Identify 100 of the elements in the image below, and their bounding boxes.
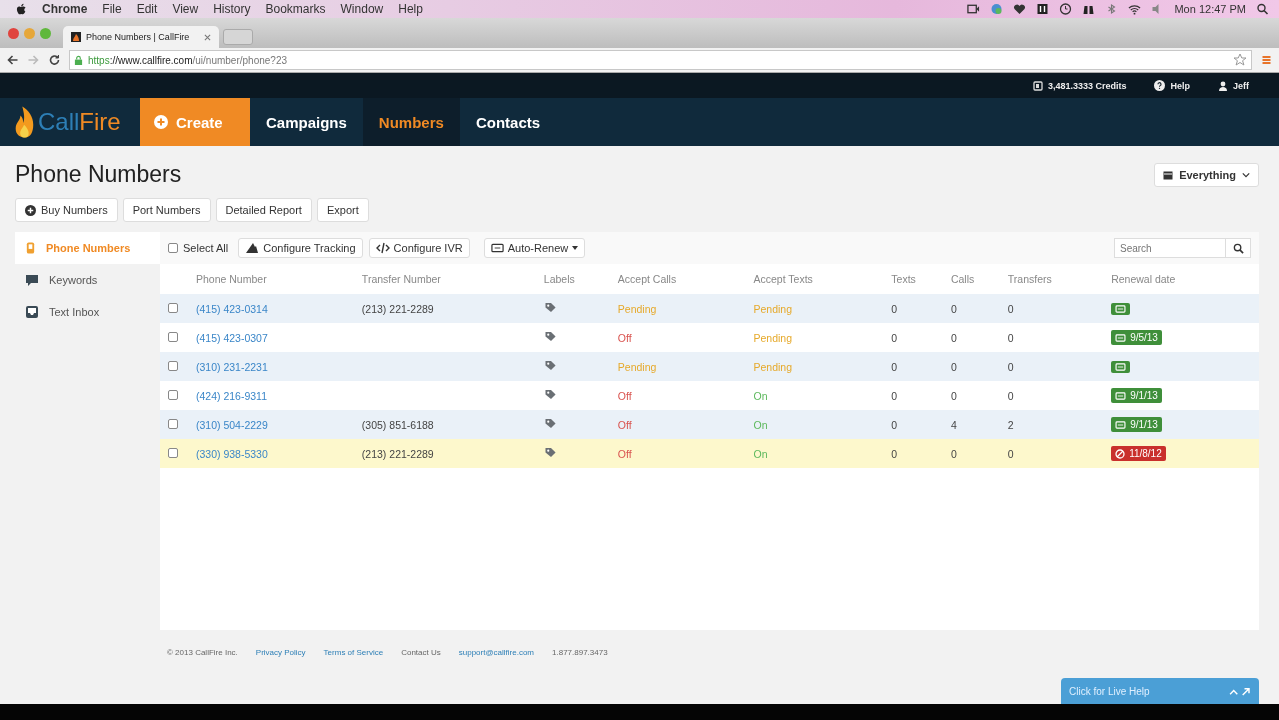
tag-icon[interactable]	[543, 418, 558, 429]
transfer-number: (213) 221-2289	[361, 447, 434, 460]
column-header[interactable]: Labels	[542, 264, 617, 294]
phone-number-link[interactable]: (424) 216-9311	[196, 389, 268, 402]
renewal-badge[interactable]: 9/1/13	[1111, 388, 1162, 403]
wifi-icon[interactable]	[1128, 3, 1142, 15]
nav-tab[interactable]: Numbers	[362, 98, 460, 146]
filter-dropdown[interactable]: Everything	[1154, 162, 1259, 187]
menu-item[interactable]: Window	[340, 2, 384, 16]
close-window-button[interactable]	[8, 27, 19, 39]
column-header[interactable]: Accept Texts	[752, 264, 891, 294]
nav-tab[interactable]: Contacts	[459, 98, 557, 146]
renewal-badge[interactable]: 9/1/13	[1111, 417, 1162, 432]
toolbar-button[interactable]: Configure IVR	[368, 238, 470, 258]
footer-text: 1.877.897.3473	[552, 648, 608, 657]
tag-icon[interactable]	[543, 331, 558, 342]
callfire-logo[interactable]: CallFire	[0, 98, 140, 146]
tag-icon[interactable]	[543, 302, 558, 313]
browser-tab[interactable]: Phone Numbers | CallFire	[63, 26, 219, 48]
heart-icon[interactable]	[1013, 3, 1027, 15]
renewal-badge[interactable]: 9/5/13	[1111, 330, 1162, 345]
row-checkbox[interactable]	[168, 418, 178, 429]
address-field[interactable]: https://www.callfire.com/ui/number/phone?23	[69, 50, 1252, 70]
menu-item[interactable]: Bookmarks	[265, 2, 326, 16]
menu-item[interactable]: Edit	[136, 2, 158, 16]
menu-app-name[interactable]: Chrome	[42, 2, 88, 16]
menu-item[interactable]: File	[102, 2, 122, 16]
column-header[interactable]: Transfers	[1006, 264, 1111, 294]
action-button[interactable]: Detailed Report	[215, 198, 312, 222]
renewal-badge[interactable]	[1111, 302, 1131, 315]
calls-count: 0	[950, 331, 957, 344]
texts-count: 0	[891, 360, 898, 373]
menu-clock[interactable]: Mon 12:47 PM	[1174, 3, 1246, 15]
transfers-count: 0	[1007, 331, 1014, 344]
back-icon[interactable]	[6, 54, 19, 66]
column-header[interactable]: Renewal date	[1110, 264, 1259, 294]
nav-tab[interactable]: Campaigns	[250, 98, 363, 146]
menu-item[interactable]: History	[213, 2, 251, 16]
expand-icon[interactable]	[1229, 686, 1251, 696]
action-button[interactable]: Port Numbers	[122, 198, 211, 222]
binoculars-icon[interactable]	[1082, 3, 1096, 15]
row-checkbox[interactable]	[168, 447, 178, 458]
apple-icon[interactable]	[16, 2, 27, 16]
row-checkbox[interactable]	[168, 389, 178, 400]
tag-icon[interactable]	[543, 360, 558, 371]
credits-link[interactable]: 3,481.3333 Credits	[1032, 80, 1127, 91]
row-checkbox[interactable]	[168, 331, 178, 342]
user-menu[interactable]: Jeff	[1218, 80, 1249, 91]
sidebar-item[interactable]: Keywords	[15, 264, 160, 296]
column-header[interactable]: Phone Number	[195, 264, 361, 294]
action-button[interactable]: Buy Numbers	[15, 198, 118, 222]
tab-close-icon[interactable]	[204, 33, 211, 41]
search-icon[interactable]	[1226, 238, 1251, 258]
ticket-icon	[1115, 391, 1127, 400]
camera-icon[interactable]	[967, 3, 981, 15]
star-icon[interactable]	[1233, 53, 1247, 67]
footer-link[interactable]: support@callfire.com	[458, 648, 535, 657]
transfers-count: 0	[1007, 302, 1014, 315]
lock-icon	[74, 54, 83, 66]
help-icon	[1154, 80, 1166, 91]
plus-circle-icon	[25, 204, 36, 216]
blocked-icon	[1115, 448, 1126, 459]
ticket-icon	[490, 243, 504, 253]
search-field[interactable]: Search	[1114, 238, 1226, 258]
page-title: Phone Numbers	[15, 161, 182, 188]
toolbar-button[interactable]: Configure Tracking	[238, 238, 363, 258]
menu-icon[interactable]	[1260, 54, 1273, 66]
accept-texts-status: On	[753, 389, 768, 402]
renewal-badge[interactable]	[1111, 360, 1131, 373]
accept-calls-status: Off	[617, 447, 632, 460]
column-header[interactable]: Transfer Number	[360, 264, 543, 294]
texts-count: 0	[891, 302, 898, 315]
phone-number-link[interactable]: (310) 504-2229	[196, 418, 268, 431]
tag-icon[interactable]	[543, 447, 558, 458]
column-header[interactable]: Texts	[890, 264, 950, 294]
menu-item[interactable]: Help	[398, 2, 423, 16]
column-header[interactable]: Calls	[949, 264, 1007, 294]
phone-number-link[interactable]: (415) 423-0314	[196, 302, 268, 315]
texts-count: 0	[891, 447, 898, 460]
column-header[interactable]: Accept Calls	[616, 264, 753, 294]
clock-icon[interactable]	[1059, 3, 1073, 15]
globe-icon[interactable]	[990, 3, 1004, 15]
renewal-badge[interactable]: 11/8/12	[1111, 446, 1166, 461]
toolbar-button[interactable]: Auto-Renew	[483, 238, 586, 258]
sidebar-item[interactable]: Text Inbox	[15, 296, 160, 328]
footer-link[interactable]: Terms of Service	[323, 648, 384, 657]
select-all-checkbox[interactable]: Select All	[168, 242, 229, 254]
phone-number-link[interactable]: (415) 423-0307	[196, 331, 268, 344]
menu-item[interactable]: View	[172, 2, 199, 16]
tag-icon[interactable]	[543, 389, 558, 400]
search-icon[interactable]	[1256, 3, 1269, 15]
phone-number-link[interactable]: (310) 231-2231	[196, 360, 268, 373]
action-button[interactable]: Export	[316, 198, 369, 222]
row-checkbox[interactable]	[168, 360, 178, 371]
footer-link[interactable]: Privacy Policy	[255, 648, 306, 657]
transfers-count: 0	[1007, 360, 1014, 373]
reload-icon[interactable]	[48, 54, 61, 66]
help-link[interactable]: Help	[1154, 80, 1190, 91]
phone-number-link[interactable]: (330) 938-5330	[196, 447, 268, 460]
row-checkbox[interactable]	[168, 302, 178, 313]
